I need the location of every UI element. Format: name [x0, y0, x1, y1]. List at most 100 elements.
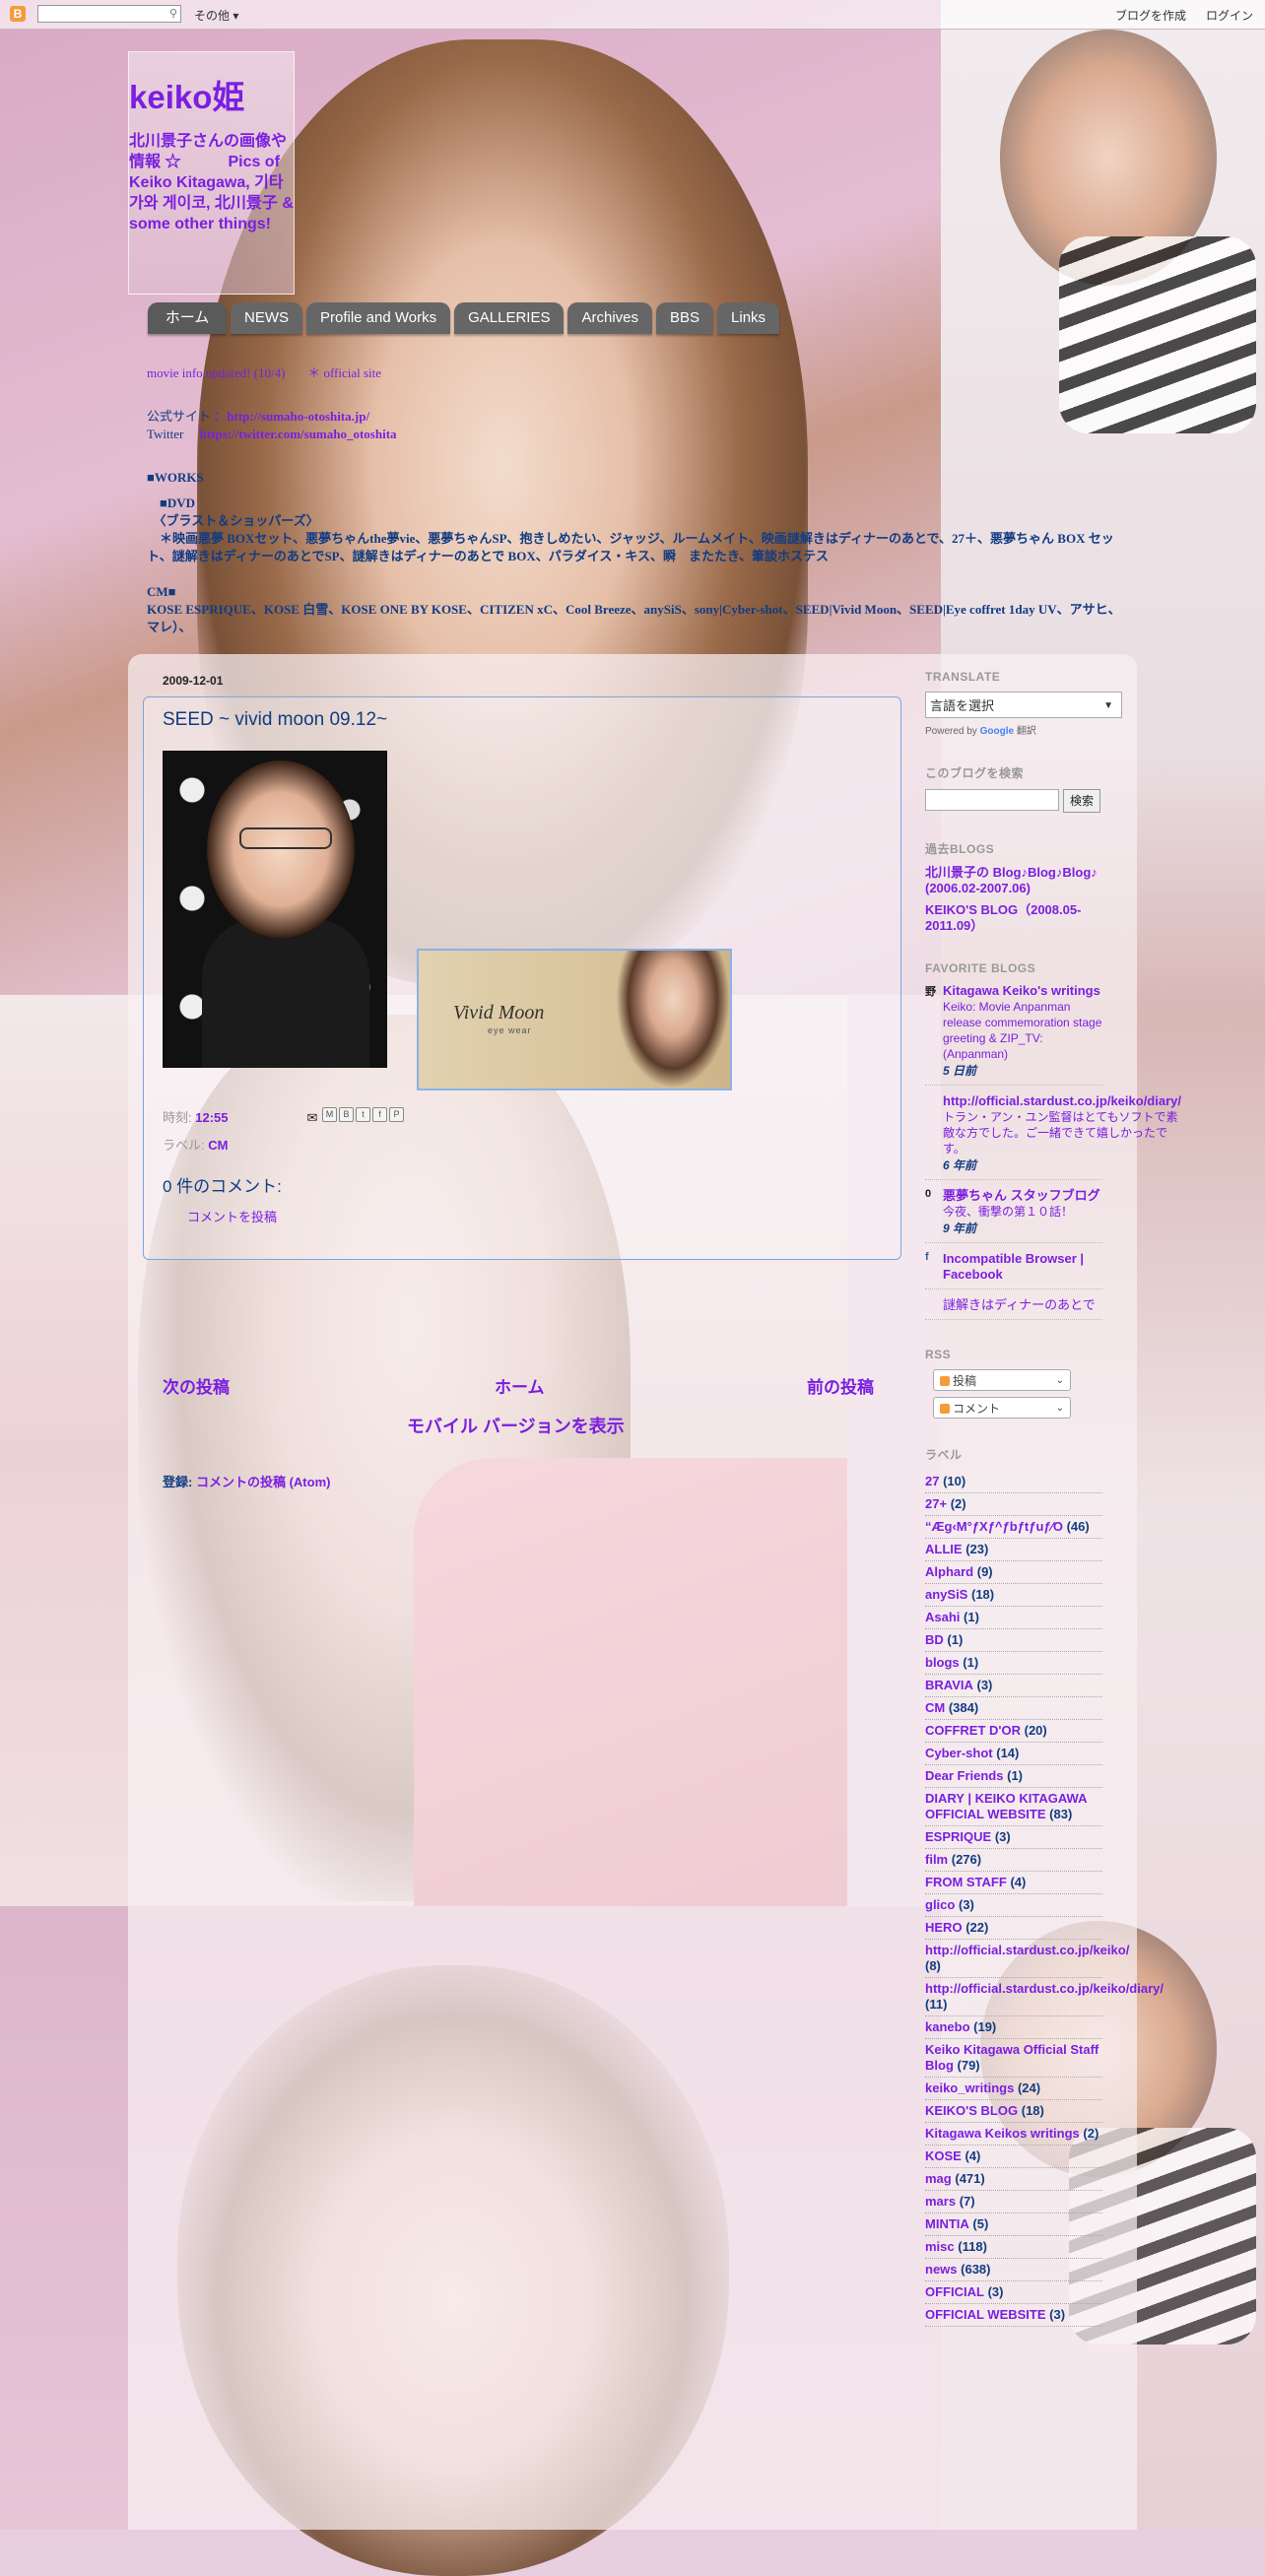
older-post-link[interactable]: 前の投稿: [807, 1373, 874, 1398]
google-logo[interactable]: Google: [980, 726, 1014, 737]
email-share-icon[interactable]: M: [322, 1107, 337, 1122]
favorite-blog-title[interactable]: http://official.stardust.co.jp/keiko/dia…: [943, 1093, 1181, 1109]
label-count: (3): [1049, 2307, 1066, 2322]
label-item[interactable]: COFFRET D'OR (20): [925, 1720, 1102, 1743]
label-item[interactable]: BD (1): [925, 1629, 1102, 1652]
language-select[interactable]: 言語を選択 ▼: [925, 692, 1122, 718]
info-block: movie info updated! (10/4) ＊ official si…: [147, 364, 1122, 636]
label-item[interactable]: mars (7): [925, 2191, 1102, 2213]
email-post-icon[interactable]: ✉: [307, 1110, 318, 1125]
blog-favicon-icon: 0: [925, 1188, 932, 1200]
label-item[interactable]: Keiko Kitagawa Official Staff Blog (79): [925, 2039, 1102, 2078]
label-item[interactable]: CM (384): [925, 1697, 1102, 1720]
label-name: 27+: [925, 1496, 948, 1511]
translate-link[interactable]: 翻訳: [1017, 726, 1036, 737]
past-blog-link-1[interactable]: 北川景子の Blog♪Blog♪Blog♪ (2006.02-2007.06): [925, 865, 1132, 896]
tab-news[interactable]: NEWS: [231, 302, 302, 334]
label-item[interactable]: Cyber-shot (14): [925, 1743, 1102, 1765]
favorite-blog-post[interactable]: トラン・アン・ユン監督はとてもソフトで素敵な方でした。ご一緒できて嬉しかったです…: [943, 1109, 1181, 1156]
label-item[interactable]: Alphard (9): [925, 1561, 1102, 1584]
create-blog-link[interactable]: ブログを作成: [1115, 7, 1186, 24]
label-item[interactable]: kanebo (19): [925, 2016, 1102, 2039]
label-item[interactable]: ESPRIQUE (3): [925, 1826, 1102, 1849]
label-item[interactable]: 27+ (2): [925, 1493, 1102, 1516]
twitter-share-icon[interactable]: t: [356, 1107, 370, 1122]
tab-bbs[interactable]: BBS: [656, 302, 714, 334]
search-button[interactable]: 検索: [1063, 789, 1101, 813]
label-item[interactable]: KEIKO'S BLOG (18): [925, 2100, 1102, 2123]
favorite-blog-title[interactable]: Incompatible Browser | Facebook: [943, 1251, 1102, 1283]
subscribe-label: 登録:: [163, 1475, 193, 1489]
newer-post-link[interactable]: 次の投稿: [163, 1373, 230, 1398]
label-count: (471): [955, 2171, 985, 2186]
label-item[interactable]: mag (471): [925, 2168, 1102, 2191]
label-name: KOSE: [925, 2148, 962, 2163]
label-item[interactable]: DIARY | KEIKO KITAGAWA OFFICIAL WEBSITE …: [925, 1788, 1102, 1826]
label-item[interactable]: ALLIE (23): [925, 1539, 1102, 1561]
label-item[interactable]: KOSE (4): [925, 2146, 1102, 2168]
blogthis-icon[interactable]: B: [339, 1107, 354, 1122]
tab-home[interactable]: ホーム: [148, 302, 227, 334]
blog-title[interactable]: keiko姫: [129, 71, 244, 118]
post-time-link[interactable]: 12:55: [195, 1110, 228, 1125]
label-item[interactable]: glico (3): [925, 1894, 1102, 1917]
label-name: ALLIE: [925, 1542, 963, 1556]
caret-down-icon: ▾: [233, 9, 239, 23]
label-item[interactable]: BRAVIA (3): [925, 1675, 1102, 1697]
post-photo-1[interactable]: [163, 751, 387, 1068]
label-count: (14): [996, 1746, 1020, 1760]
label-item[interactable]: FROM STAFF (4): [925, 1872, 1102, 1894]
favorite-blog-post[interactable]: Keiko: Movie Anpanman release commemorat…: [943, 999, 1102, 1062]
dvd-list: ＊映画悪夢 BOXセット、悪夢ちゃんthe夢vie、悪夢ちゃんSP、抱きしめたい…: [147, 531, 1114, 563]
movie-info-link[interactable]: movie info updated! (10/4): [147, 365, 285, 380]
blogger-navbar: B ⚲ その他 ▾ ブログを作成 ログイン: [0, 0, 1265, 30]
official-site-url[interactable]: ：http://sumaho-otoshita.jp/: [214, 409, 369, 424]
facebook-share-icon[interactable]: f: [372, 1107, 387, 1122]
label-link-cm[interactable]: CM: [208, 1138, 228, 1153]
favorite-blog-title[interactable]: Kitagawa Keiko's writings: [943, 983, 1102, 999]
label-item[interactable]: keiko_writings (24): [925, 2078, 1102, 2100]
pinterest-share-icon[interactable]: P: [389, 1107, 404, 1122]
home-link[interactable]: ホーム: [495, 1373, 545, 1398]
label-item[interactable]: misc (118): [925, 2236, 1102, 2259]
rss-posts-button[interactable]: 投稿 ⌄: [933, 1369, 1071, 1391]
tab-links[interactable]: Links: [717, 302, 780, 334]
blogger-logo-icon[interactable]: B: [10, 6, 26, 22]
twitter-url[interactable]: https://twitter.com/sumaho_otoshita: [200, 427, 397, 441]
label-item[interactable]: http://official.stardust.co.jp/keiko/ (8…: [925, 1940, 1129, 1978]
label-item[interactable]: anySiS (18): [925, 1584, 1102, 1607]
label-item[interactable]: http://official.stardust.co.jp/keiko/dia…: [925, 1978, 1164, 2016]
official-site-link[interactable]: ＊ official site: [307, 365, 381, 380]
post-comment-link[interactable]: コメントを投稿: [187, 1207, 277, 1225]
atom-feed-link[interactable]: コメントの投稿 (Atom): [196, 1475, 331, 1489]
label-item[interactable]: 27 (10): [925, 1471, 1102, 1493]
label-item[interactable]: OFFICIAL WEBSITE (3): [925, 2304, 1102, 2327]
search-icon[interactable]: ⚲: [169, 7, 177, 20]
favorite-blog-title[interactable]: 悪夢ちゃん スタッフブログ: [943, 1188, 1100, 1204]
tab-archives[interactable]: Archives: [567, 302, 653, 334]
rss-comments-button[interactable]: コメント ⌄: [933, 1397, 1071, 1419]
navbar-search-input[interactable]: ⚲: [37, 5, 181, 23]
favorite-blog-post[interactable]: 今夜、衝撃の第１０話！: [943, 1204, 1100, 1220]
label-item[interactable]: film (276): [925, 1849, 1102, 1872]
label-item[interactable]: Asahi (1): [925, 1607, 1102, 1629]
past-blog-link-2[interactable]: KEIKO'S BLOG（2008.05-2011.09）: [925, 902, 1132, 934]
mobile-version-link[interactable]: モバイル バージョンを表示: [407, 1413, 625, 1438]
label-item[interactable]: news (638): [925, 2259, 1102, 2281]
post-photo-2[interactable]: Vivid Moon eye wear: [417, 949, 732, 1090]
tab-profile-and-works[interactable]: Profile and Works: [306, 302, 451, 334]
more-menu[interactable]: その他 ▾: [194, 7, 238, 24]
label-item[interactable]: “Æ­g‹M°ƒXƒ^ƒbƒtƒuƒ⁄O (46): [925, 1516, 1102, 1539]
label-item[interactable]: HERO (22): [925, 1917, 1102, 1940]
label-item[interactable]: MINTIA (5): [925, 2213, 1102, 2236]
tab-galleries[interactable]: GALLERIES: [454, 302, 565, 334]
blog-search-input[interactable]: [925, 789, 1059, 811]
label-item[interactable]: OFFICIAL (3): [925, 2281, 1102, 2304]
label-name: blogs: [925, 1655, 960, 1670]
language-select-value: 言語を選択: [930, 698, 995, 713]
label-item[interactable]: Dear Friends (1): [925, 1765, 1102, 1788]
login-link[interactable]: ログイン: [1206, 7, 1253, 24]
favorite-blog-title[interactable]: 謎解きはディナーのあとで: [943, 1297, 1096, 1313]
label-item[interactable]: blogs (1): [925, 1652, 1102, 1675]
label-item[interactable]: Kitagawa Keikos writings (2): [925, 2123, 1102, 2146]
